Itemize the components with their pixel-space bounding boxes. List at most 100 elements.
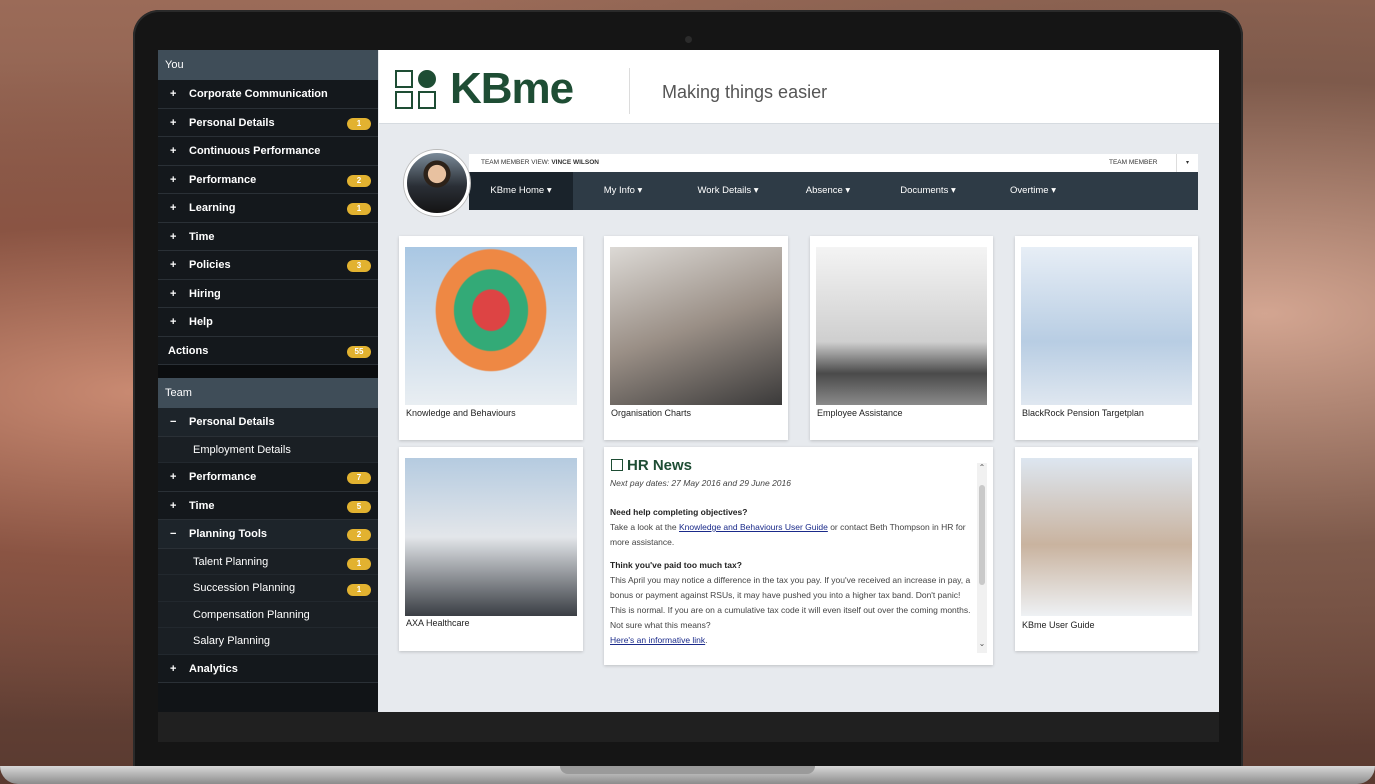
sidebar-subitem-talent-planning[interactable]: Talent Planning 1 (158, 548, 378, 575)
sidebar-item-team-time[interactable]: + Time 5 (158, 491, 378, 520)
sidebar-item-actions[interactable]: Actions 55 (158, 336, 378, 365)
expand-icon: + (170, 287, 177, 300)
sidebar-item-hiring[interactable]: + Hiring (158, 279, 378, 308)
sidebar-subitem-label: Succession Planning (193, 582, 296, 594)
sidebar-subitem-label: Salary Planning (193, 635, 271, 647)
sidebar-item-label: Actions (168, 344, 209, 357)
tile-caption: KBme User Guide (1022, 620, 1095, 630)
sidebar-item-performance[interactable]: + Performance 2 (158, 165, 378, 194)
nav-kbme-home[interactable]: KBme Home ▾ (469, 172, 573, 210)
tile-axa-healthcare[interactable]: AXA Healthcare (399, 447, 583, 651)
expand-icon: + (170, 202, 177, 214)
team-member-view: TEAM MEMBER VIEW: VINCE WILSON (481, 159, 599, 166)
sidebar-item-corporate-communication[interactable]: + Corporate Communication (158, 80, 378, 109)
sidebar-item-time[interactable]: + Time (158, 222, 378, 251)
brand-name: KBme (450, 64, 574, 113)
kbme-logo-icon (395, 70, 439, 110)
expand-icon: + (170, 116, 177, 129)
sidebar-item-label: Time (189, 499, 215, 512)
expand-icon: + (170, 499, 177, 512)
nav-documents[interactable]: Documents ▾ (873, 172, 983, 210)
sidebar-item-label: Continuous Performance (189, 145, 321, 157)
tile-caption: Employee Assistance (817, 408, 903, 418)
tile-blackrock-pension-targetplan[interactable]: BlackRock Pension Targetplan (1015, 236, 1198, 440)
screen-bottom-bar (158, 712, 1219, 742)
expand-icon: + (170, 145, 177, 157)
scroll-thumb[interactable] (979, 485, 985, 585)
tagline: Making things easier (662, 82, 828, 102)
expand-icon: + (170, 316, 177, 328)
tile-organisation-charts[interactable]: Organisation Charts (604, 236, 788, 440)
sidebar-item-planning-tools[interactable]: − Planning Tools 2 (158, 520, 378, 549)
sidebar-item-label: Personal Details (189, 416, 275, 428)
nav-overtime[interactable]: Overtime ▾ (983, 172, 1083, 210)
app-header: KBme Making things easier (379, 50, 1219, 124)
family-on-pier-image (816, 247, 987, 405)
hr-news-title: HR News (611, 457, 692, 474)
expand-icon: + (170, 662, 177, 675)
tile-employee-assistance[interactable]: Employee Assistance (810, 236, 993, 440)
news-scrollbar[interactable]: ⌃ ⌄ (977, 463, 987, 653)
sidebar-item-label: Policies (189, 259, 231, 271)
kbme-logo-icon (611, 459, 623, 471)
sidebar-item-team-personal-details[interactable]: − Personal Details (158, 408, 378, 437)
avatar[interactable] (404, 150, 470, 216)
sidebar-subitem-label: Compensation Planning (193, 608, 310, 621)
sidebar-subitem-compensation-planning[interactable]: Compensation Planning (158, 601, 378, 628)
sidebar-item-label: Planning Tools (189, 528, 268, 540)
count-badge: 1 (347, 203, 371, 215)
sidebar-subitem-succession-planning[interactable]: Succession Planning 1 (158, 575, 378, 602)
sidebar-subitem-label: Talent Planning (193, 555, 269, 568)
app-screen: You + Corporate Communication + Personal D… (158, 50, 1219, 712)
knowledge-guide-link[interactable]: Knowledge and Behaviours User Guide (679, 522, 828, 532)
section-gap (158, 365, 378, 378)
sidebar-item-analytics[interactable]: + Analytics (158, 654, 378, 683)
sidebar: You + Corporate Communication + Personal D… (158, 50, 378, 712)
expand-icon: + (170, 259, 177, 271)
news-question: Think you've paid too much tax? (610, 560, 742, 570)
informative-link[interactable]: Here's an informative link (610, 635, 705, 645)
scroll-up-icon[interactable]: ⌃ (977, 463, 987, 472)
tile-caption: Organisation Charts (611, 408, 692, 418)
count-badge: 5 (347, 500, 371, 513)
sidebar-item-team-performance[interactable]: + Performance 7 (158, 463, 378, 492)
sidebar-item-label: Personal Details (189, 116, 275, 129)
expand-icon: + (170, 88, 177, 100)
tile-caption: Knowledge and Behaviours (406, 408, 516, 418)
count-badge: 1 (347, 584, 371, 596)
nav-work-details[interactable]: Work Details ▾ (673, 172, 783, 210)
news-text: Take a look at the (610, 522, 679, 532)
hr-news-body: Need help completing objectives? Take a … (610, 505, 972, 648)
sidebar-subitem-salary-planning[interactable]: Salary Planning (158, 628, 378, 655)
news-text: . (705, 635, 708, 645)
team-member-bar: TEAM MEMBER VIEW: VINCE WILSON TEAM MEMB… (469, 154, 1198, 172)
sidebar-item-personal-details[interactable]: + Personal Details 1 (158, 108, 378, 137)
sidebar-item-help[interactable]: + Help (158, 308, 378, 337)
hand-on-mouse-image (1021, 458, 1192, 616)
role-dropdown-icon[interactable]: ▾ (1176, 154, 1198, 172)
expand-icon: + (170, 471, 177, 483)
hr-news-title-text: HR News (627, 457, 693, 474)
count-badge: 2 (347, 174, 371, 187)
team-member-name: VINCE WILSON (551, 159, 599, 166)
nav-my-info[interactable]: My Info ▾ (573, 172, 673, 210)
tile-kbme-user-guide[interactable]: KBme User Guide (1015, 447, 1198, 651)
sidebar-item-label: Performance (189, 173, 257, 186)
sidebar-item-continuous-performance[interactable]: + Continuous Performance (158, 137, 378, 166)
sidebar-section-you: You (158, 50, 378, 80)
header-divider (629, 68, 630, 114)
sidebar-subitem-employment-details[interactable]: Employment Details (158, 436, 378, 463)
collapse-icon: − (170, 416, 177, 428)
nav-absence[interactable]: Absence ▾ (783, 172, 873, 210)
laptop-notch (560, 766, 815, 774)
skier-image (1021, 247, 1192, 405)
tile-knowledge-and-behaviours[interactable]: Knowledge and Behaviours (399, 236, 583, 440)
sidebar-item-label: Corporate Communication (189, 88, 328, 100)
sidebar-item-policies[interactable]: + Policies 3 (158, 251, 378, 280)
pay-dates: Next pay dates: 27 May 2016 and 29 June … (610, 478, 791, 488)
news-text: This April you may notice a difference i… (610, 575, 971, 630)
sidebar-item-label: Learning (189, 202, 236, 214)
scroll-down-icon[interactable]: ⌄ (977, 639, 987, 648)
hr-news-panel: HR News Next pay dates: 27 May 2016 and … (604, 447, 993, 665)
sidebar-item-learning[interactable]: + Learning 1 (158, 194, 378, 223)
